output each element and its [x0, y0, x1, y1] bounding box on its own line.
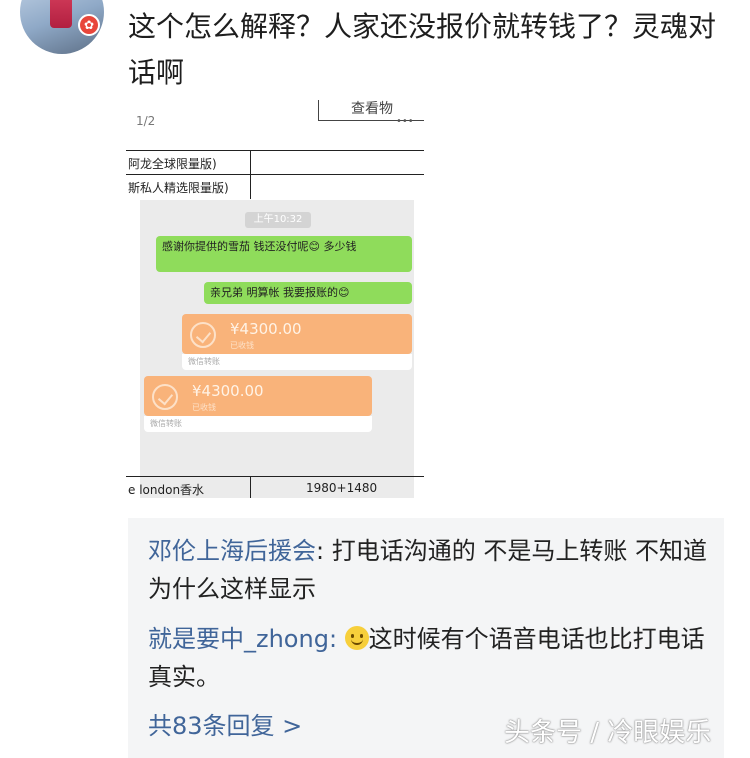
reply-item[interactable]: 就是要中_zhong: 这时候有个语音电话也比打电话真实。	[148, 620, 708, 696]
more-dots-icon: •••	[396, 116, 414, 127]
verified-badge-icon: ✿	[78, 14, 100, 36]
table-row: e london香水 1980+1480	[126, 476, 424, 498]
more-replies-link[interactable]: 共83条回复 >	[148, 706, 302, 741]
chat-bubble: 亲兄弟 明算帐 我要报账的😊	[204, 282, 412, 304]
transfer-card: ¥4300.00 已收钱 微信转账	[182, 314, 412, 370]
transfer-label: 微信转账	[182, 354, 412, 370]
transfer-amount: ¥4300.00	[192, 382, 264, 400]
table-cell: 1980+1480	[306, 481, 378, 495]
embedded-screenshot[interactable]: 1/2 查看物 ••• 阿龙全球限量版) 斯私人精选限量版) 上午10:32 感…	[126, 100, 424, 498]
chat-time: 上午10:32	[245, 212, 311, 228]
transfer-status: 已收钱	[230, 341, 254, 350]
watermark: 头条号 / 冷眼娱乐	[504, 718, 712, 748]
reply-author[interactable]: 就是要中_zhong	[148, 625, 329, 653]
transfer-label: 微信转账	[144, 416, 372, 432]
post-text: 这个怎么解释？人家还没报价就转钱了？灵魂对话啊	[128, 10, 717, 89]
chat-screenshot: 上午10:32 感谢你提供的雪茄 钱还没付呢😊 多少钱 亲兄弟 明算帐 我要报账…	[140, 200, 414, 498]
table-row: 阿龙全球限量版)	[126, 150, 424, 175]
page-indicator: 1/2	[136, 114, 156, 128]
reply-author[interactable]: 邓伦上海后援会	[148, 537, 316, 565]
smile-emoji-icon	[344, 626, 369, 650]
reply-item[interactable]: 邓伦上海后援会: 打电话沟通的 不是马上转账 不知道为什么这样显示	[148, 532, 708, 608]
table-cell: 阿龙全球限量版)	[128, 157, 217, 171]
transfer-card: ¥4300.00 已收钱 微信转账	[144, 376, 372, 432]
check-icon	[152, 384, 178, 410]
table-cell: 斯私人精选限量版)	[128, 181, 229, 195]
transfer-amount: ¥4300.00	[230, 320, 302, 338]
screenshot-topbar: 1/2 查看物 •••	[126, 100, 424, 144]
transfer-status: 已收钱	[192, 403, 216, 412]
avatar-figure	[50, 0, 72, 28]
table-row: 斯私人精选限量版)	[126, 174, 424, 199]
check-icon	[190, 322, 216, 348]
table-cell: e london香水	[128, 483, 205, 497]
chat-bubble: 感谢你提供的雪茄 钱还没付呢😊 多少钱	[156, 236, 412, 272]
